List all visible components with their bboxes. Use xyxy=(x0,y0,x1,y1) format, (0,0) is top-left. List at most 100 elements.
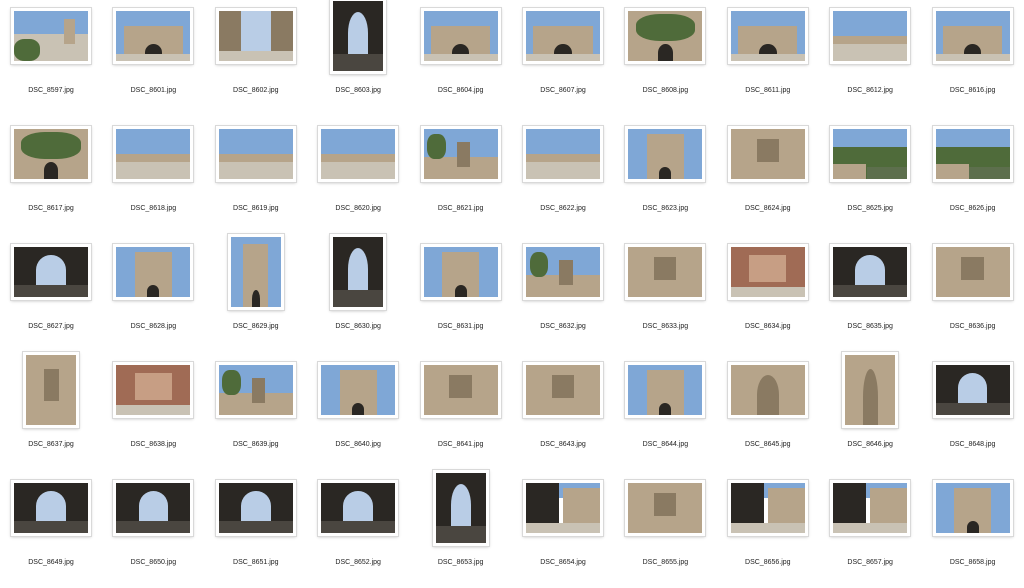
file-item[interactable]: DSC_8657.jpg xyxy=(819,470,921,588)
image-thumbnail[interactable] xyxy=(23,352,79,428)
file-item[interactable]: DSC_8648.jpg xyxy=(922,352,1024,470)
file-item[interactable]: DSC_8623.jpg xyxy=(614,116,716,234)
file-item[interactable]: DSC_8643.jpg xyxy=(512,352,614,470)
image-thumbnail[interactable] xyxy=(932,480,1013,536)
image-thumbnail[interactable] xyxy=(318,126,399,182)
image-thumbnail[interactable] xyxy=(11,244,91,300)
file-item[interactable]: DSC_8621.jpg xyxy=(410,116,512,234)
image-thumbnail[interactable] xyxy=(420,8,501,64)
image-thumbnail[interactable] xyxy=(727,362,808,418)
image-thumbnail[interactable] xyxy=(830,480,911,536)
image-thumbnail[interactable] xyxy=(215,480,296,536)
file-item[interactable]: DSC_8607.jpg xyxy=(512,0,614,116)
file-item[interactable]: DSC_8658.jpg xyxy=(922,470,1024,588)
image-thumbnail[interactable] xyxy=(113,480,194,536)
image-thumbnail[interactable] xyxy=(842,352,899,428)
file-item[interactable]: DSC_8620.jpg xyxy=(307,116,409,234)
image-thumbnail[interactable] xyxy=(727,126,808,182)
file-item[interactable]: DSC_8645.jpg xyxy=(717,352,819,470)
file-item[interactable]: DSC_8639.jpg xyxy=(205,352,307,470)
image-thumbnail[interactable] xyxy=(932,362,1013,418)
image-thumbnail[interactable] xyxy=(523,362,603,418)
file-item[interactable]: DSC_8604.jpg xyxy=(410,0,512,116)
file-item[interactable]: DSC_8653.jpg xyxy=(410,470,512,588)
file-item[interactable]: DSC_8628.jpg xyxy=(102,234,204,352)
image-thumbnail[interactable] xyxy=(932,8,1013,64)
file-item[interactable]: DSC_8634.jpg xyxy=(717,234,819,352)
file-item[interactable]: DSC_8632.jpg xyxy=(512,234,614,352)
file-item[interactable]: DSC_8650.jpg xyxy=(102,470,204,588)
file-item[interactable]: DSC_8618.jpg xyxy=(102,116,204,234)
file-item[interactable]: DSC_8629.jpg xyxy=(205,234,307,352)
image-thumbnail[interactable] xyxy=(932,126,1013,182)
image-thumbnail[interactable] xyxy=(318,480,399,536)
file-item[interactable]: DSC_8602.jpg xyxy=(205,0,307,116)
file-item[interactable]: DSC_8644.jpg xyxy=(614,352,716,470)
file-item[interactable]: DSC_8597.jpg xyxy=(0,0,102,116)
file-item[interactable]: DSC_8630.jpg xyxy=(307,234,409,352)
file-item[interactable]: DSC_8619.jpg xyxy=(205,116,307,234)
file-item[interactable]: DSC_8633.jpg xyxy=(614,234,716,352)
image-thumbnail[interactable] xyxy=(625,480,706,536)
image-thumbnail[interactable] xyxy=(932,244,1013,300)
image-thumbnail[interactable] xyxy=(523,8,603,64)
image-thumbnail[interactable] xyxy=(113,8,194,64)
image-thumbnail[interactable] xyxy=(11,126,91,182)
image-thumbnail[interactable] xyxy=(625,8,706,64)
file-item[interactable]: DSC_8608.jpg xyxy=(614,0,716,116)
image-thumbnail[interactable] xyxy=(215,8,296,64)
image-thumbnail[interactable] xyxy=(318,362,399,418)
file-item[interactable]: DSC_8656.jpg xyxy=(717,470,819,588)
file-item[interactable]: DSC_8627.jpg xyxy=(0,234,102,352)
image-thumbnail[interactable] xyxy=(432,470,489,546)
file-item[interactable]: DSC_8654.jpg xyxy=(512,470,614,588)
image-thumbnail[interactable] xyxy=(215,362,296,418)
file-item[interactable]: DSC_8651.jpg xyxy=(205,470,307,588)
file-item[interactable]: DSC_8611.jpg xyxy=(717,0,819,116)
image-thumbnail[interactable] xyxy=(523,126,603,182)
file-item[interactable]: DSC_8640.jpg xyxy=(307,352,409,470)
image-thumbnail[interactable] xyxy=(625,244,706,300)
image-thumbnail[interactable] xyxy=(11,8,91,64)
image-thumbnail[interactable] xyxy=(727,244,808,300)
image-thumbnail[interactable] xyxy=(215,126,296,182)
file-item[interactable]: DSC_8649.jpg xyxy=(0,470,102,588)
image-thumbnail[interactable] xyxy=(727,480,808,536)
file-item[interactable]: DSC_8631.jpg xyxy=(410,234,512,352)
image-thumbnail[interactable] xyxy=(523,480,603,536)
image-thumbnail[interactable] xyxy=(830,8,911,64)
image-thumbnail[interactable] xyxy=(330,234,387,310)
image-thumbnail[interactable] xyxy=(420,244,501,300)
image-thumbnail[interactable] xyxy=(330,0,387,74)
file-item[interactable]: DSC_8601.jpg xyxy=(102,0,204,116)
image-thumbnail[interactable] xyxy=(625,126,706,182)
image-thumbnail[interactable] xyxy=(11,480,91,536)
file-item[interactable]: DSC_8637.jpg xyxy=(0,352,102,470)
file-item[interactable]: DSC_8646.jpg xyxy=(819,352,921,470)
file-item[interactable]: DSC_8616.jpg xyxy=(922,0,1024,116)
file-item[interactable]: DSC_8641.jpg xyxy=(410,352,512,470)
file-item[interactable]: DSC_8635.jpg xyxy=(819,234,921,352)
file-item[interactable]: DSC_8625.jpg xyxy=(819,116,921,234)
file-item[interactable]: DSC_8655.jpg xyxy=(614,470,716,588)
image-thumbnail[interactable] xyxy=(113,126,194,182)
file-item[interactable]: DSC_8603.jpg xyxy=(307,0,409,116)
file-item[interactable]: DSC_8622.jpg xyxy=(512,116,614,234)
image-thumbnail[interactable] xyxy=(113,362,194,418)
file-item[interactable]: DSC_8636.jpg xyxy=(922,234,1024,352)
image-thumbnail[interactable] xyxy=(420,126,501,182)
file-item[interactable]: DSC_8617.jpg xyxy=(0,116,102,234)
image-thumbnail[interactable] xyxy=(830,244,911,300)
image-thumbnail[interactable] xyxy=(625,362,706,418)
image-thumbnail[interactable] xyxy=(420,362,501,418)
image-thumbnail[interactable] xyxy=(727,8,808,64)
file-item[interactable]: DSC_8612.jpg xyxy=(819,0,921,116)
image-thumbnail[interactable] xyxy=(830,126,911,182)
file-item[interactable]: DSC_8624.jpg xyxy=(717,116,819,234)
file-item[interactable]: DSC_8652.jpg xyxy=(307,470,409,588)
file-item[interactable]: DSC_8626.jpg xyxy=(922,116,1024,234)
image-thumbnail[interactable] xyxy=(523,244,603,300)
file-item[interactable]: DSC_8638.jpg xyxy=(102,352,204,470)
image-thumbnail[interactable] xyxy=(113,244,194,300)
image-thumbnail[interactable] xyxy=(227,234,284,310)
